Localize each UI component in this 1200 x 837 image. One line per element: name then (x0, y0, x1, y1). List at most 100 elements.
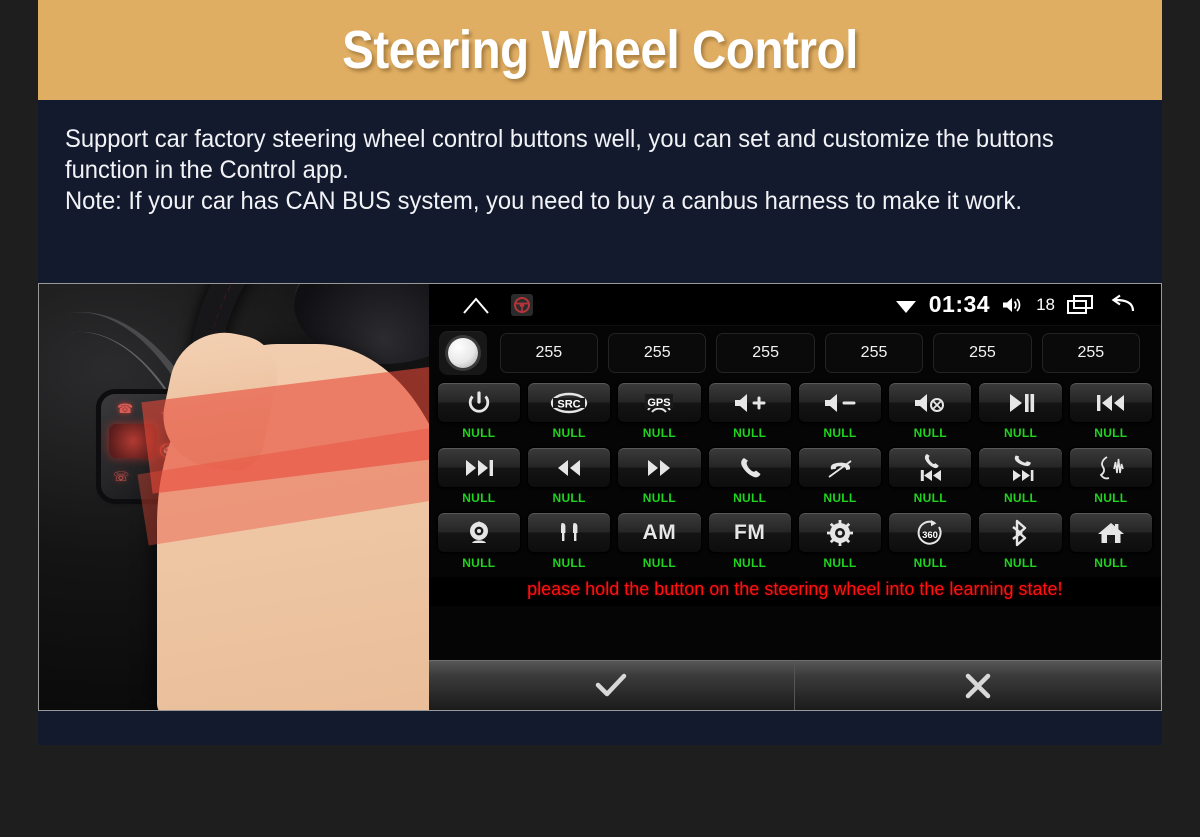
learning-state-notice: please hold the button on the steering w… (428, 577, 1161, 606)
screenshot-composite: ☎ + 🔇 ☏ – (38, 283, 1162, 711)
volume-icon (1001, 295, 1025, 315)
function-cell: NULL (797, 447, 883, 512)
fm-label: FM (734, 520, 766, 544)
am-text[interactable]: AM (617, 512, 702, 553)
phone-next-icon[interactable] (978, 447, 1063, 488)
function-label: NULL (733, 426, 767, 440)
function-cell: NULL (1068, 447, 1153, 512)
confirm-button[interactable] (428, 661, 795, 710)
function-label: NULL (733, 491, 767, 505)
answer-call-icon[interactable] (707, 447, 792, 488)
function-label: NULL (1003, 556, 1038, 570)
bluetooth-icon[interactable] (978, 512, 1063, 553)
function-cell: NULL (436, 512, 521, 577)
previous-track-icon[interactable] (1068, 382, 1153, 423)
aux-icon[interactable] (526, 512, 612, 553)
function-label: NULL (1094, 556, 1128, 570)
value-box-4[interactable]: 255 (824, 333, 924, 373)
function-label: NULL (1003, 426, 1038, 440)
function-label: NULL (552, 556, 586, 570)
function-cell: NULL (797, 382, 883, 447)
voice-command-icon[interactable] (1068, 447, 1153, 488)
play-pause-icon[interactable] (978, 382, 1063, 423)
function-cell: NULL (888, 447, 973, 512)
learning-knob-indicator[interactable] (438, 331, 487, 375)
function-cell: NULL (978, 382, 1063, 447)
function-cell: 360 NULL (888, 512, 973, 577)
hang-up-icon[interactable] (797, 447, 883, 488)
description-line-2: Note: If your car has CAN BUS system, yo… (65, 187, 1023, 215)
key-value-row: 255 255 255 255 255 255 (429, 326, 1161, 380)
function-label: NULL (1094, 426, 1128, 440)
src-icon[interactable]: SRC (526, 382, 612, 423)
function-cell: NULL (526, 512, 612, 577)
function-cell: NULL (707, 382, 792, 447)
swc-hangup-label: ☏ (113, 469, 130, 484)
recents-icon[interactable] (1066, 294, 1096, 316)
power-icon[interactable] (436, 382, 521, 423)
function-cell: FM NULL (707, 512, 792, 577)
steering-wheel-icon[interactable] (510, 293, 533, 316)
value-box-6[interactable]: 255 (1041, 333, 1140, 373)
function-cell: NULL (436, 447, 521, 512)
close-icon (963, 672, 993, 700)
phone-previous-icon[interactable] (888, 447, 973, 488)
function-cell: NULL (978, 512, 1063, 577)
value-box-5[interactable]: 255 (933, 333, 1032, 373)
cancel-button[interactable] (794, 661, 1161, 710)
function-cell: NULL (436, 382, 521, 447)
back-icon[interactable] (1107, 294, 1139, 316)
function-cell: GPS NULL (617, 382, 702, 447)
mute-icon[interactable] (888, 382, 973, 423)
value-box-1[interactable]: 255 (499, 333, 599, 373)
gps-icon[interactable]: GPS (617, 382, 702, 423)
next-track-icon[interactable] (436, 447, 521, 488)
home-icon[interactable] (461, 295, 491, 315)
volume-down-icon[interactable] (797, 382, 883, 423)
fm-text[interactable]: FM (707, 512, 792, 553)
function-label: NULL (462, 556, 496, 570)
content-panel: Support car factory steering wheel contr… (38, 100, 1162, 745)
wifi-icon (894, 295, 918, 315)
knob-circle (447, 338, 478, 368)
function-cell: NULL (1068, 382, 1153, 447)
settings-gear-icon[interactable] (797, 512, 883, 553)
function-cell: NULL (797, 512, 883, 577)
svg-text:GPS: GPS (648, 397, 671, 409)
function-cell: NULL (978, 447, 1063, 512)
function-label: NULL (552, 426, 586, 440)
volume-up-icon[interactable] (707, 382, 792, 423)
function-label: NULL (1003, 491, 1038, 505)
value-box-2[interactable]: 255 (608, 333, 707, 373)
function-cell: NULL (1068, 512, 1153, 577)
function-label: NULL (552, 491, 586, 505)
function-label: NULL (913, 556, 947, 570)
description-line-1: Support car factory steering wheel contr… (65, 125, 1054, 184)
svg-text:360: 360 (922, 530, 938, 541)
home-icon[interactable] (1068, 512, 1153, 553)
function-label: NULL (823, 556, 857, 570)
function-cell: NULL (526, 447, 612, 512)
svg-text:SRC: SRC (557, 398, 580, 410)
function-label: NULL (823, 491, 857, 505)
page-banner: Steering Wheel Control (38, 0, 1162, 100)
camera-icon[interactable] (436, 512, 521, 553)
function-cell: AM NULL (617, 512, 702, 577)
function-cell: SRC NULL (526, 382, 612, 447)
function-label: NULL (642, 426, 676, 440)
page-title: Steering Wheel Control (342, 20, 858, 80)
function-button-grid: NULL SRC NULL GPS NULL NULL NULL NULL NU… (429, 380, 1161, 577)
rewind-icon[interactable] (526, 447, 612, 488)
fast-forward-icon[interactable] (617, 447, 702, 488)
volume-level: 18 (1036, 294, 1055, 314)
function-label: NULL (823, 426, 857, 440)
function-label: NULL (913, 426, 947, 440)
function-cell: NULL (707, 447, 792, 512)
function-label: NULL (1094, 491, 1128, 505)
function-label: NULL (462, 426, 496, 440)
360-view-icon[interactable]: 360 (888, 512, 973, 553)
page-root: Steering Wheel Control Support car facto… (0, 0, 1200, 837)
value-box-3[interactable]: 255 (716, 333, 815, 373)
function-label: NULL (733, 556, 767, 570)
android-status-bar: 01:34 18 (428, 284, 1161, 326)
